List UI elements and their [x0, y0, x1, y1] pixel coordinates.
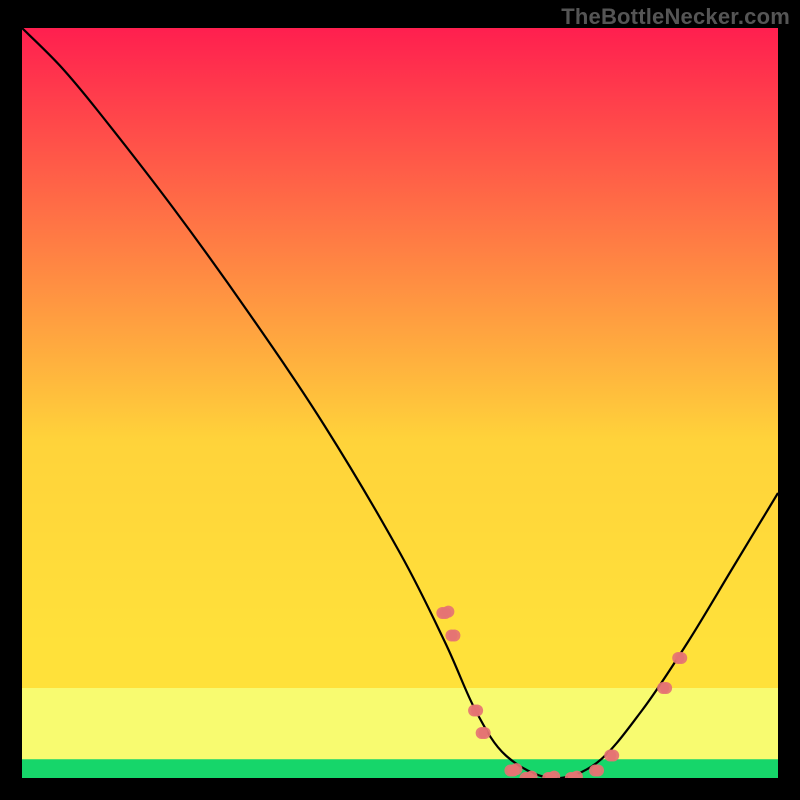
chart-stage: TheBottleNecker.com [0, 0, 800, 800]
data-point [510, 763, 522, 775]
data-point [592, 765, 604, 777]
watermark-text: TheBottleNecker.com [561, 4, 790, 30]
gradient-background [22, 28, 778, 778]
data-point [442, 606, 454, 618]
plot-area [22, 28, 778, 778]
data-point [675, 652, 687, 664]
data-point [479, 727, 491, 739]
chart-svg [22, 28, 778, 778]
lower-yellow-band [22, 688, 778, 763]
data-point [607, 750, 619, 762]
footer-green-band [22, 759, 778, 778]
data-point [448, 630, 460, 642]
data-point [471, 705, 483, 717]
data-point [660, 682, 672, 694]
